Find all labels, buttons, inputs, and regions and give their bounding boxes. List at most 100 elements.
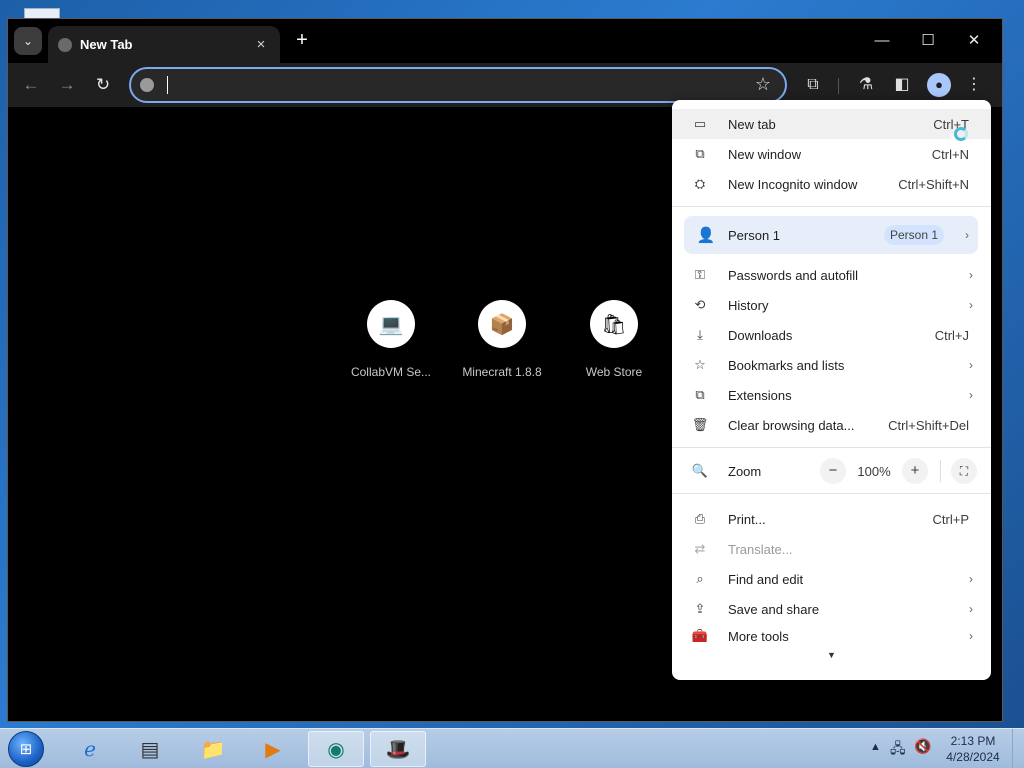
zoom-label: Zoom (728, 463, 762, 479)
busy-spinner-icon (954, 127, 968, 141)
menu-label: New tab (728, 116, 776, 132)
fullscreen-button[interactable]: ⛶ (951, 458, 977, 484)
web-store-icon: 🛍 (590, 300, 638, 348)
menu-label: Clear browsing data... (728, 417, 855, 433)
scroll-down-icon[interactable]: ▼ (827, 650, 836, 660)
extensions-icon[interactable]: ⧉ (801, 73, 825, 97)
zoom-out-button[interactable]: − (820, 458, 846, 484)
menu-label: Downloads (728, 327, 793, 343)
share-icon: ⇪ (694, 601, 706, 616)
shortcut-web-store[interactable]: 🛍 Web Store (558, 300, 670, 379)
person-chip: Person 1 (883, 225, 944, 245)
menu-passwords[interactable]: ⚿ Passwords and autofill › (672, 260, 991, 290)
maximize-button[interactable]: ☐ (908, 27, 948, 55)
minimize-button[interactable]: — (862, 27, 902, 55)
clock-time: 2:13 PM (950, 734, 996, 748)
file-explorer-icon[interactable]: 📁 (185, 731, 241, 767)
close-window-button[interactable]: ✕ (954, 27, 994, 55)
menu-extensions[interactable]: ⧉ Extensions › (672, 380, 991, 410)
menu-bookmarks[interactable]: ☆ Bookmarks and lists › (672, 350, 991, 380)
person-icon: 👤 (696, 227, 716, 244)
internet-explorer-icon[interactable]: ℯ (62, 731, 118, 767)
volume-muted-icon[interactable]: 🔇 (914, 738, 931, 755)
profile-avatar-icon[interactable]: ● (927, 73, 951, 97)
menu-find-edit[interactable]: ⌕ Find and edit › (672, 564, 991, 594)
menu-translate: ⇄ Translate... (672, 534, 991, 564)
translate-icon: ⇄ (694, 541, 706, 556)
tray-expand-icon[interactable]: ▲ (870, 741, 881, 753)
chevron-right-icon: › (969, 268, 973, 282)
chrome-menu: ▭ New tab Ctrl+T ⧉ New window Ctrl+N ⛭ N… (672, 100, 991, 680)
menu-person-1[interactable]: 👤 Person 1 Person 1 › (684, 216, 978, 254)
tab-title: New Tab (80, 37, 133, 52)
labs-icon[interactable]: ⚗ (854, 73, 878, 97)
menu-label: New Incognito window (728, 176, 858, 192)
hypercam-icon[interactable]: 🎩 (370, 731, 426, 767)
site-info-icon[interactable] (140, 78, 154, 92)
chevron-right-icon: › (969, 358, 973, 372)
menu-history[interactable]: ⟲ History › (672, 290, 991, 320)
key-icon: ⚿ (695, 267, 705, 282)
trash-icon: 🗑 (691, 417, 709, 432)
zoom-in-button[interactable]: + (902, 458, 928, 484)
menu-label: Passwords and autofill (728, 267, 859, 283)
download-icon: ⤓ (697, 327, 703, 342)
shortcut-label: CollabVM Se... (350, 365, 432, 379)
address-bar[interactable]: ☆ (129, 67, 787, 103)
tab-close-icon[interactable]: × (252, 36, 270, 53)
star-icon: ☆ (694, 357, 706, 372)
menu-label: Bookmarks and lists (728, 357, 845, 373)
person-label: Person 1 (728, 227, 781, 243)
chevron-right-icon: › (965, 228, 969, 242)
shortcut-minecraft[interactable]: 📦 Minecraft 1.8.8 (446, 300, 558, 379)
shortcut-label: Minecraft 1.8.8 (462, 365, 542, 379)
forward-button[interactable]: → (55, 73, 79, 97)
network-icon[interactable]: 🖧 (890, 738, 906, 762)
menu-divider (672, 447, 991, 448)
menu-label: Translate... (728, 541, 793, 557)
menu-shortcut: Ctrl+P (932, 511, 969, 527)
show-desktop-button[interactable] (1012, 729, 1024, 768)
shortcut-label: Web Store (585, 365, 643, 379)
media-player-icon[interactable]: ▶ (245, 731, 301, 767)
menu-zoom: 🔍 Zoom − 100% + ⛶ (672, 454, 991, 488)
text-caret (167, 76, 168, 94)
menu-clear-data[interactable]: 🗑 Clear browsing data... Ctrl+Shift+Del (672, 410, 991, 440)
back-button[interactable]: ← (19, 73, 43, 97)
toolbar-divider (838, 78, 839, 94)
tab-search-button[interactable]: ⌄ (14, 27, 42, 55)
new-window-icon: ⧉ (695, 146, 705, 161)
collabvm-icon: 💻 (367, 300, 415, 348)
tab-favicon-icon (58, 37, 72, 52)
chevron-right-icon: › (969, 388, 973, 402)
browser-taskbar-icon[interactable]: ◉ (308, 731, 364, 767)
tab-new-tab[interactable]: New Tab × (48, 26, 280, 63)
menu-print[interactable]: ⎙ Print... Ctrl+P (672, 504, 991, 534)
menu-save-share[interactable]: ⇪ Save and share › (672, 594, 991, 624)
bookmark-star-icon[interactable]: ☆ (755, 74, 771, 95)
new-tab-button[interactable]: + (290, 29, 314, 52)
zoom-value: 100% (857, 463, 891, 479)
zoom-icon: 🔍 (691, 463, 709, 478)
shortcut-collabvm[interactable]: 💻 CollabVM Se... (335, 300, 447, 379)
start-button[interactable]: ⊞ (8, 731, 44, 767)
menu-label: More tools (728, 628, 789, 644)
menu-new-incognito[interactable]: ⛭ New Incognito window Ctrl+Shift+N (672, 169, 991, 199)
clock[interactable]: 2:13 PM 4/28/2024 (938, 733, 1008, 765)
menu-divider (672, 206, 991, 207)
app-window-icon[interactable]: ▤ (122, 731, 178, 767)
menu-label: Find and edit (728, 571, 804, 587)
chevron-right-icon: › (969, 572, 973, 586)
history-icon: ⟲ (694, 297, 706, 312)
puzzle-icon: ⧉ (695, 387, 705, 402)
chevron-right-icon: › (969, 298, 973, 312)
menu-label: New window (728, 146, 801, 162)
menu-more-tools[interactable]: 🧰 More tools › (672, 624, 991, 648)
taskbar: ⊞ ℯ ▤ 📁 ▶ ◉ 🎩 ▲ 🖧 🔇 2:13 PM 4/28/2024 (0, 728, 1024, 768)
menu-kebab-icon[interactable]: ⋮ (962, 73, 986, 97)
reload-button[interactable]: ↻ (91, 73, 115, 97)
menu-downloads[interactable]: ⤓ Downloads Ctrl+J (672, 320, 991, 350)
menu-shortcut: Ctrl+N (931, 146, 969, 162)
menu-new-window[interactable]: ⧉ New window Ctrl+N (672, 139, 991, 169)
side-panel-icon[interactable]: ◧ (890, 73, 914, 97)
